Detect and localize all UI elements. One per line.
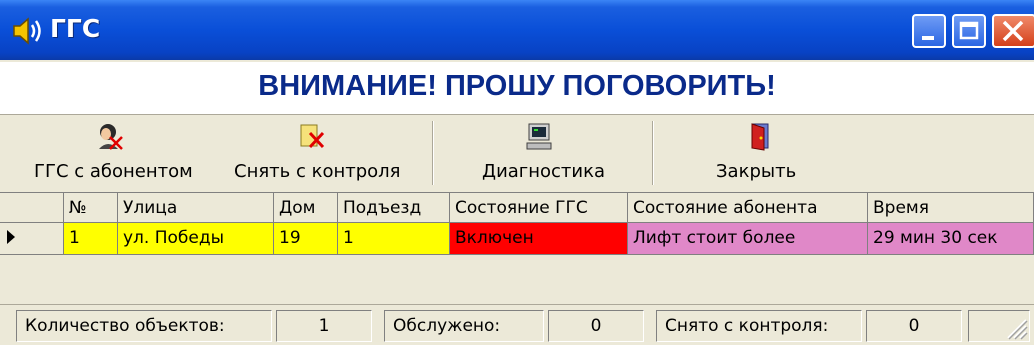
- remove-from-control-label: Снять с контроля: [234, 161, 401, 182]
- minimize-icon: [922, 36, 934, 40]
- alert-banner: ВНИМАНИЕ! ПРОШУ ПОГОВОРИТЬ!: [0, 62, 1034, 114]
- ggs-with-subscriber-label: ГГС с абонентом: [34, 161, 193, 182]
- operator-headset-icon: [94, 121, 124, 151]
- cell-number[interactable]: 1: [64, 223, 118, 255]
- column-header-ggs-state[interactable]: Состояние ГГС: [450, 193, 628, 223]
- cell-house[interactable]: 19: [274, 223, 338, 255]
- ggs-with-subscriber-button[interactable]: ГГС с абонентом: [26, 115, 216, 193]
- maximize-button[interactable]: [952, 14, 986, 48]
- column-header-subscriber-state[interactable]: Состояние абонента: [628, 193, 868, 223]
- current-row-indicator: [0, 223, 64, 255]
- objects-count-value: 1: [276, 310, 372, 342]
- remove-from-control-button[interactable]: Снять с контроля: [228, 115, 424, 193]
- remove-document-icon: [296, 121, 326, 151]
- column-header-entrance[interactable]: Подъезд: [338, 193, 450, 223]
- objects-table[interactable]: № Улица Дом Подъезд Состояние ГГС Состоя…: [0, 192, 1034, 305]
- toolbar: ГГС с абонентом Снять с контроля Диагнос…: [0, 114, 1034, 193]
- cell-entrance[interactable]: 1: [338, 223, 450, 255]
- column-header-time[interactable]: Время: [868, 193, 1034, 223]
- status-bar: Количество объектов: 1 Обслужено: 0 Снят…: [0, 304, 1034, 345]
- cell-time[interactable]: 29 мин 30 сек: [868, 223, 1034, 255]
- title-bar[interactable]: ГГС: [0, 0, 1034, 60]
- cell-subscriber-state[interactable]: Лифт стоит более: [628, 223, 868, 255]
- size-grip-panel: [968, 310, 1030, 342]
- cell-street[interactable]: ул. Победы: [118, 223, 274, 255]
- column-header-street[interactable]: Улица: [118, 193, 274, 223]
- objects-count-label: Количество объектов:: [16, 310, 272, 342]
- served-value: 0: [548, 310, 644, 342]
- app-window: ГГС ВНИМАНИЕ! ПРОШУ ПОГОВОРИТЬ! ГГС с аб…: [0, 0, 1034, 345]
- diagnostics-button[interactable]: Диагностика: [470, 115, 620, 193]
- close-button[interactable]: [992, 14, 1034, 48]
- removed-from-control-value: 0: [866, 310, 962, 342]
- minimize-button[interactable]: [912, 14, 946, 48]
- computer-monitor-icon: [524, 121, 554, 151]
- close-window-label: Закрыть: [716, 161, 797, 182]
- toolbar-separator: [432, 121, 434, 185]
- toolbar-separator: [652, 121, 654, 185]
- cell-ggs-state[interactable]: Включен: [450, 223, 628, 255]
- close-icon: [1002, 20, 1024, 42]
- column-header-house[interactable]: Дом: [274, 193, 338, 223]
- column-header-number[interactable]: №: [64, 193, 118, 223]
- exit-door-icon: [746, 121, 776, 151]
- window-title: ГГС: [50, 14, 101, 43]
- removed-from-control-label: Снято с контроля:: [656, 310, 862, 342]
- close-window-button[interactable]: Закрыть: [700, 115, 830, 193]
- diagnostics-label: Диагностика: [482, 161, 606, 182]
- row-pointer-icon: [7, 230, 15, 244]
- resize-grip-icon: [1007, 319, 1028, 340]
- alert-banner-text: ВНИМАНИЕ! ПРОШУ ПОГОВОРИТЬ!: [258, 70, 776, 102]
- served-label: Обслужено:: [384, 310, 544, 342]
- row-indicator-header: [0, 193, 64, 223]
- speaker-icon: [10, 16, 44, 46]
